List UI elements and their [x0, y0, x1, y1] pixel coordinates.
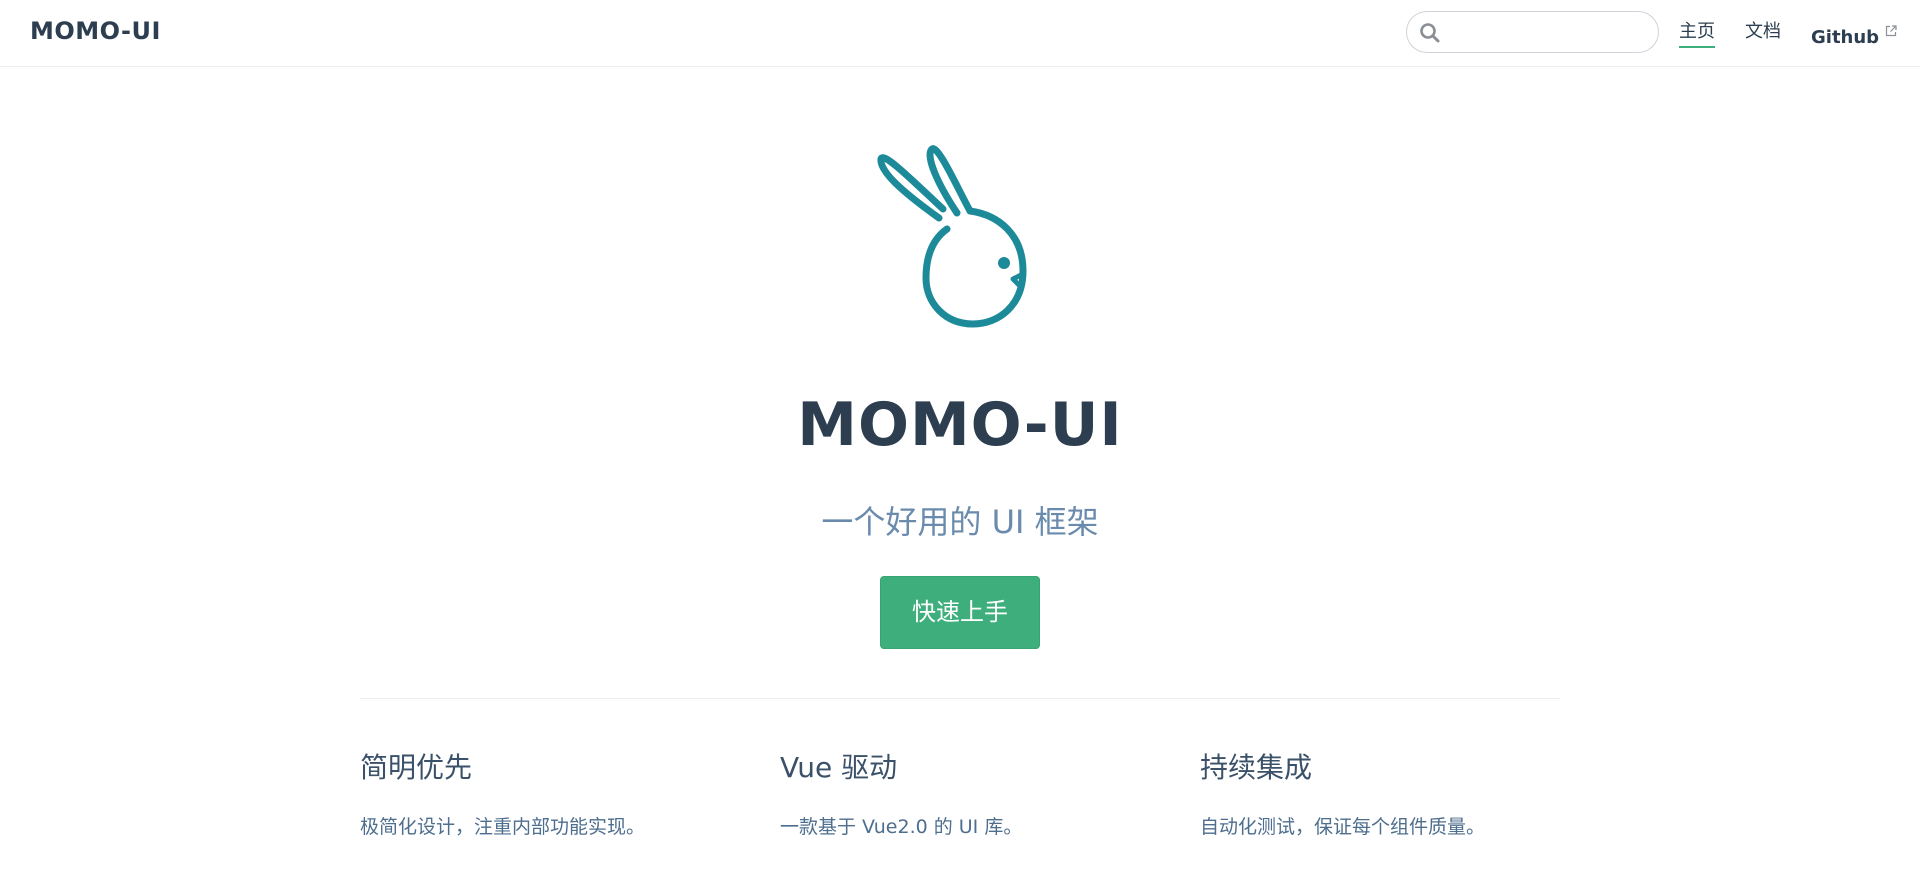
- feature-simplicity: 简明优先 极简化设计，注重内部功能实现。: [360, 750, 740, 840]
- search-icon: [1419, 22, 1441, 44]
- nav-link-docs[interactable]: 文档: [1745, 20, 1781, 44]
- site-name[interactable]: MOMO-UI: [30, 17, 161, 45]
- feature-continuous-integration: 持续集成 自动化测试，保证每个组件质量。: [1200, 750, 1580, 840]
- external-link-icon: [1885, 20, 1897, 37]
- rabbit-logo-icon: [871, 143, 1049, 333]
- feature-vue-powered: Vue 驱动 一款基于 Vue2.0 的 UI 库。: [780, 750, 1160, 840]
- get-started-button[interactable]: 快速上手: [880, 576, 1040, 649]
- feature-title: 简明优先: [360, 751, 473, 784]
- nav-link-github-label: Github: [1811, 27, 1880, 48]
- feature-details: 自动化测试，保证每个组件质量。: [1200, 816, 1486, 838]
- hero-description: 一个好用的 UI 框架: [821, 503, 1099, 541]
- search-input[interactable]: [1447, 18, 1647, 46]
- navbar: MOMO-UI 主页 文档 Github: [0, 0, 1920, 67]
- feature-title: Vue 驱动: [780, 751, 898, 784]
- feature-details: 一款基于 Vue2.0 的 UI 库。: [780, 816, 1023, 838]
- search-box[interactable]: [1406, 11, 1659, 53]
- feature-details: 极简化设计，注重内部功能实现。: [360, 816, 646, 838]
- nav-link-github[interactable]: Github: [1811, 20, 1897, 50]
- features-divider: [360, 698, 1560, 699]
- feature-title: 持续集成: [1200, 751, 1313, 784]
- nav-link-home[interactable]: 主页: [1679, 20, 1715, 48]
- hero-title: MOMO-UI: [797, 390, 1123, 460]
